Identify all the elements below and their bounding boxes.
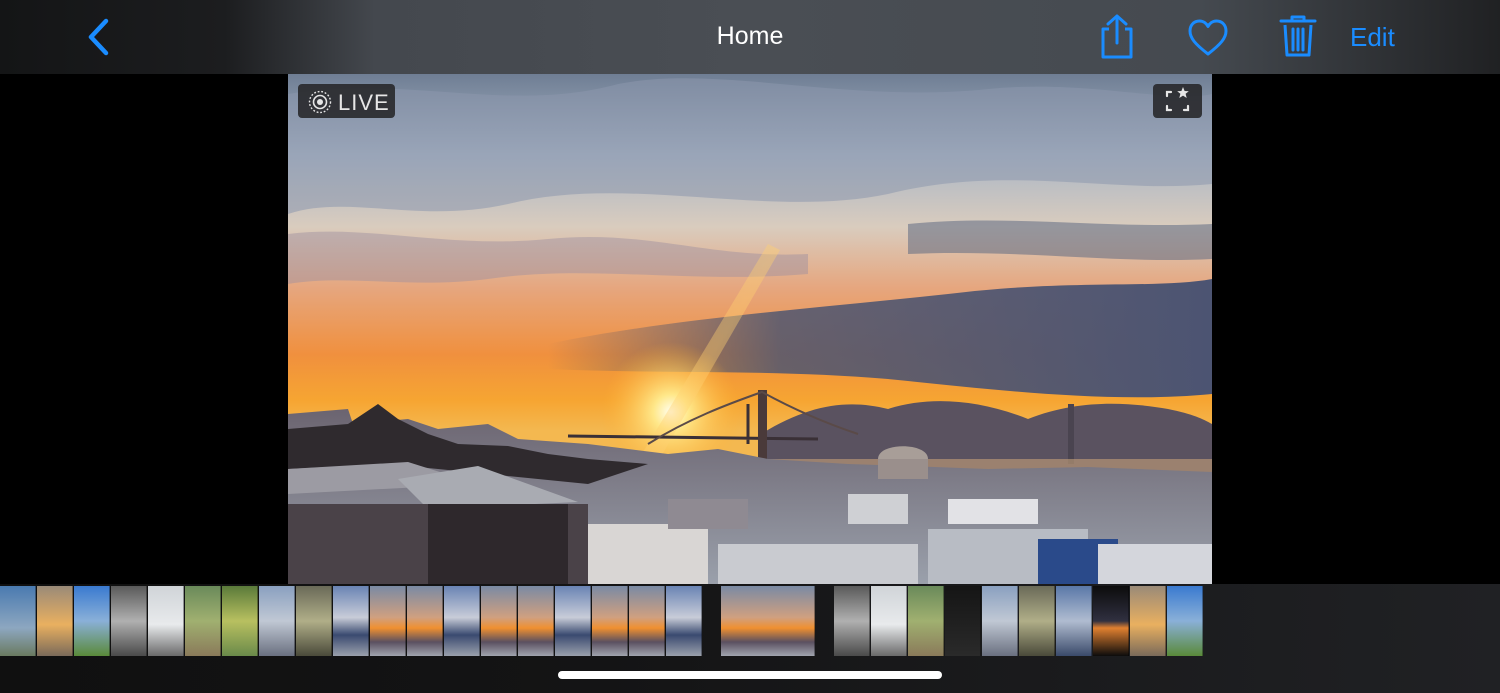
home-indicator[interactable] [558,671,942,679]
share-button[interactable] [1095,12,1139,62]
live-photo-icon [308,90,332,114]
filmstrip-thumbnail[interactable] [982,586,1018,656]
filmstrip-thumbnail[interactable] [259,586,295,656]
filmstrip-thumbnail[interactable] [1093,586,1129,656]
live-photo-badge[interactable]: LIVE [298,84,395,118]
crop-button[interactable] [1153,84,1202,118]
filmstrip-thumbnail[interactable] [222,586,258,656]
filmstrip-thumbnail[interactable] [296,586,332,656]
filmstrip-thumbnail[interactable] [37,586,73,656]
filmstrip-thumbnail[interactable] [555,586,591,656]
filmstrip-thumbnail[interactable] [333,586,369,656]
filmstrip-thumbnail[interactable] [74,586,110,656]
filmstrip-thumbnail[interactable] [834,586,870,656]
favorite-button[interactable] [1185,12,1231,62]
filmstrip-thumbnail-selected[interactable] [721,586,815,656]
filmstrip-thumbnail[interactable] [1130,586,1166,656]
filmstrip-thumbnail[interactable] [481,586,517,656]
trash-icon [1279,15,1317,57]
filmstrip-thumbnail[interactable] [518,586,554,656]
filmstrip-thumbnail[interactable] [1167,586,1203,656]
filmstrip-thumbnail[interactable] [111,586,147,656]
filmstrip-thumbnail[interactable] [1019,586,1055,656]
filmstrip-thumbnail[interactable] [945,586,981,656]
live-label: LIVE [338,90,390,115]
filmstrip-thumbnail[interactable] [148,586,184,656]
share-icon [1101,14,1133,59]
filmstrip-thumbnail[interactable] [444,586,480,656]
delete-button[interactable] [1276,12,1320,62]
heart-icon [1188,19,1228,56]
filmstrip-thumbnail[interactable] [871,586,907,656]
filmstrip-thumbnail[interactable] [185,586,221,656]
filmstrip-thumbnail[interactable] [629,586,665,656]
filmstrip-thumbnail[interactable] [666,586,702,656]
filmstrip-thumbnail[interactable] [407,586,443,656]
edit-button[interactable]: Edit [1350,22,1395,53]
filmstrip-thumbnail[interactable] [592,586,628,656]
album-title: Home [716,22,784,50]
filmstrip-thumbnail[interactable] [0,586,36,656]
filmstrip-thumbnail[interactable] [1056,586,1092,656]
sunset-photo[interactable] [288,74,1212,584]
navigation-bar: Home Edit [0,0,1500,74]
filmstrip-thumbnail[interactable] [908,586,944,656]
filmstrip-thumbnail[interactable] [370,586,406,656]
sunset-golden-gate-image [288,74,1212,584]
crop-star-icon [1165,87,1190,112]
